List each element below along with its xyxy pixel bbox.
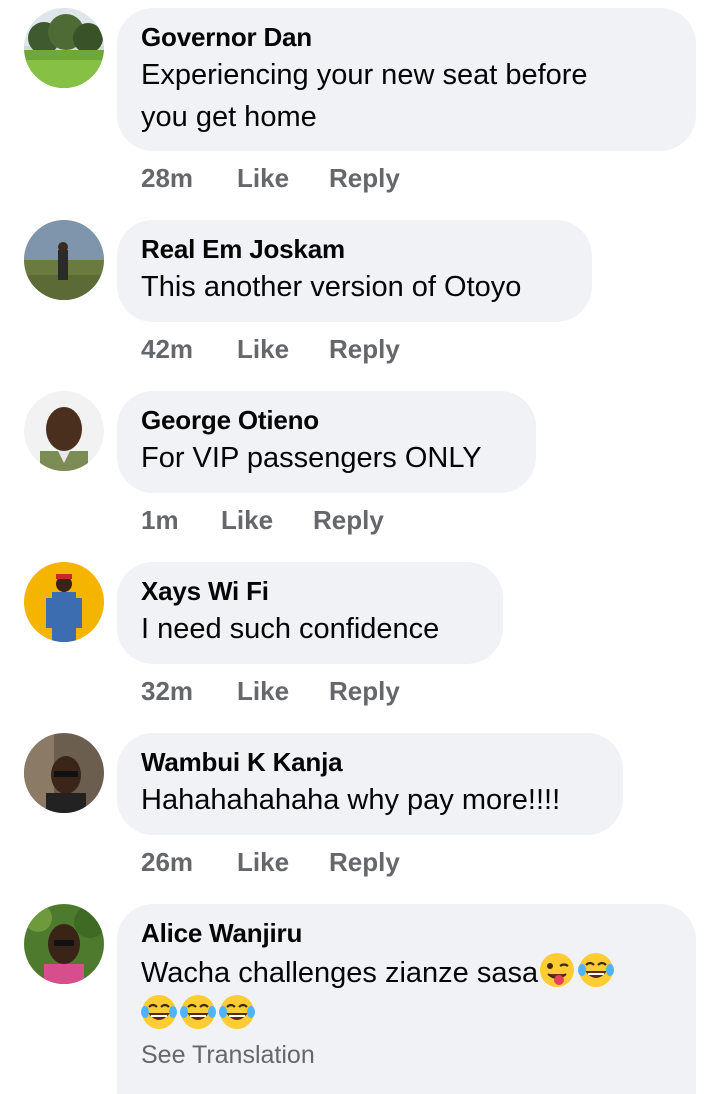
comment-time[interactable]: 42m <box>141 334 193 365</box>
avatar[interactable] <box>24 391 104 471</box>
avatar[interactable] <box>24 904 104 984</box>
like-button[interactable]: Like <box>237 163 289 194</box>
tears-of-joy-emoji <box>578 953 615 987</box>
tears-of-joy-emoji <box>180 995 216 1029</box>
comment-actions: 26m Like Reply <box>141 847 541 879</box>
comment-author[interactable]: Xays Wi Fi <box>141 575 479 607</box>
tears-of-joy-emoji <box>141 995 177 1029</box>
reply-button[interactable]: Reply <box>329 847 400 878</box>
comment-bubble[interactable]: Real Em Joskam This another version of O… <box>117 220 592 322</box>
reply-button[interactable]: Reply <box>329 676 400 707</box>
comment-bubble[interactable]: Xays Wi Fi I need such confidence <box>117 562 503 664</box>
comment-item: Xays Wi Fi I need such confidence 32m Li… <box>0 554 707 724</box>
avatar[interactable] <box>24 562 104 642</box>
comment-time[interactable]: 26m <box>141 847 193 878</box>
comment-text-line: Hahahahahaha why pay more!!!! <box>141 784 561 816</box>
see-translation-link[interactable]: See Translation <box>141 1038 672 1072</box>
comment-bubble[interactable]: George Otieno For VIP passengers ONLY <box>117 391 536 493</box>
comment-author[interactable]: Wambui K Kanja <box>141 746 599 778</box>
comment-author[interactable]: Real Em Joskam <box>141 233 568 265</box>
avatar[interactable] <box>24 8 104 88</box>
comment-time[interactable]: 32m <box>141 676 193 707</box>
comment-bubble[interactable]: Governor Dan Experiencing your new seat … <box>117 8 696 151</box>
reply-button[interactable]: Reply <box>329 163 400 194</box>
like-button[interactable]: Like <box>237 334 289 365</box>
reply-button[interactable]: Reply <box>329 334 400 365</box>
like-button[interactable]: Like <box>237 676 289 707</box>
comment-text-line: For VIP passengers ONLY <box>141 442 482 474</box>
comment-item: Wambui K Kanja Hahahahahaha why pay more… <box>0 725 707 895</box>
reply-button[interactable]: Reply <box>313 505 384 536</box>
comment-text-line: you get home <box>141 101 317 133</box>
comment-actions: 28m Like Reply <box>141 163 541 195</box>
comment-author[interactable]: Governor Dan <box>141 21 672 53</box>
avatar[interactable] <box>24 220 104 300</box>
comment-bubble[interactable]: Wambui K Kanja Hahahahahaha why pay more… <box>117 733 623 835</box>
comment-item: Governor Dan Experiencing your new seat … <box>0 0 707 210</box>
like-button[interactable]: Like <box>221 505 273 536</box>
comment-item: George Otieno For VIP passengers ONLY 1m… <box>0 383 707 553</box>
comment-item: Real Em Joskam This another version of O… <box>0 212 707 382</box>
winking-tongue-emoji <box>540 953 575 987</box>
comment-author[interactable]: George Otieno <box>141 404 512 436</box>
comment-text-line: Experiencing your new seat before <box>141 59 588 91</box>
comment-time[interactable]: 1m <box>141 505 179 536</box>
comment-item: Alice Wanjiru Wacha challenges zianze sa… <box>0 896 707 1094</box>
like-button[interactable]: Like <box>237 847 289 878</box>
avatar[interactable] <box>24 733 104 813</box>
comment-actions: 32m Like Reply <box>141 676 541 708</box>
comment-actions: 1m Like Reply <box>141 505 541 537</box>
tears-of-joy-emoji <box>219 995 255 1029</box>
comment-text-line: I need such confidence <box>141 613 440 645</box>
comment-text: Wacha challenges zianze sasa <box>141 957 539 989</box>
comment-emoji-line <box>141 994 672 1036</box>
comment-text-line: This another version of Otoyo <box>141 271 522 303</box>
comment-time[interactable]: 28m <box>141 163 193 194</box>
comment-text-line: Wacha challenges zianze sasa <box>141 952 672 994</box>
comment-bubble[interactable]: Alice Wanjiru Wacha challenges zianze sa… <box>117 904 696 1094</box>
comment-actions: 42m Like Reply <box>141 334 541 366</box>
comment-author[interactable]: Alice Wanjiru <box>141 917 672 949</box>
